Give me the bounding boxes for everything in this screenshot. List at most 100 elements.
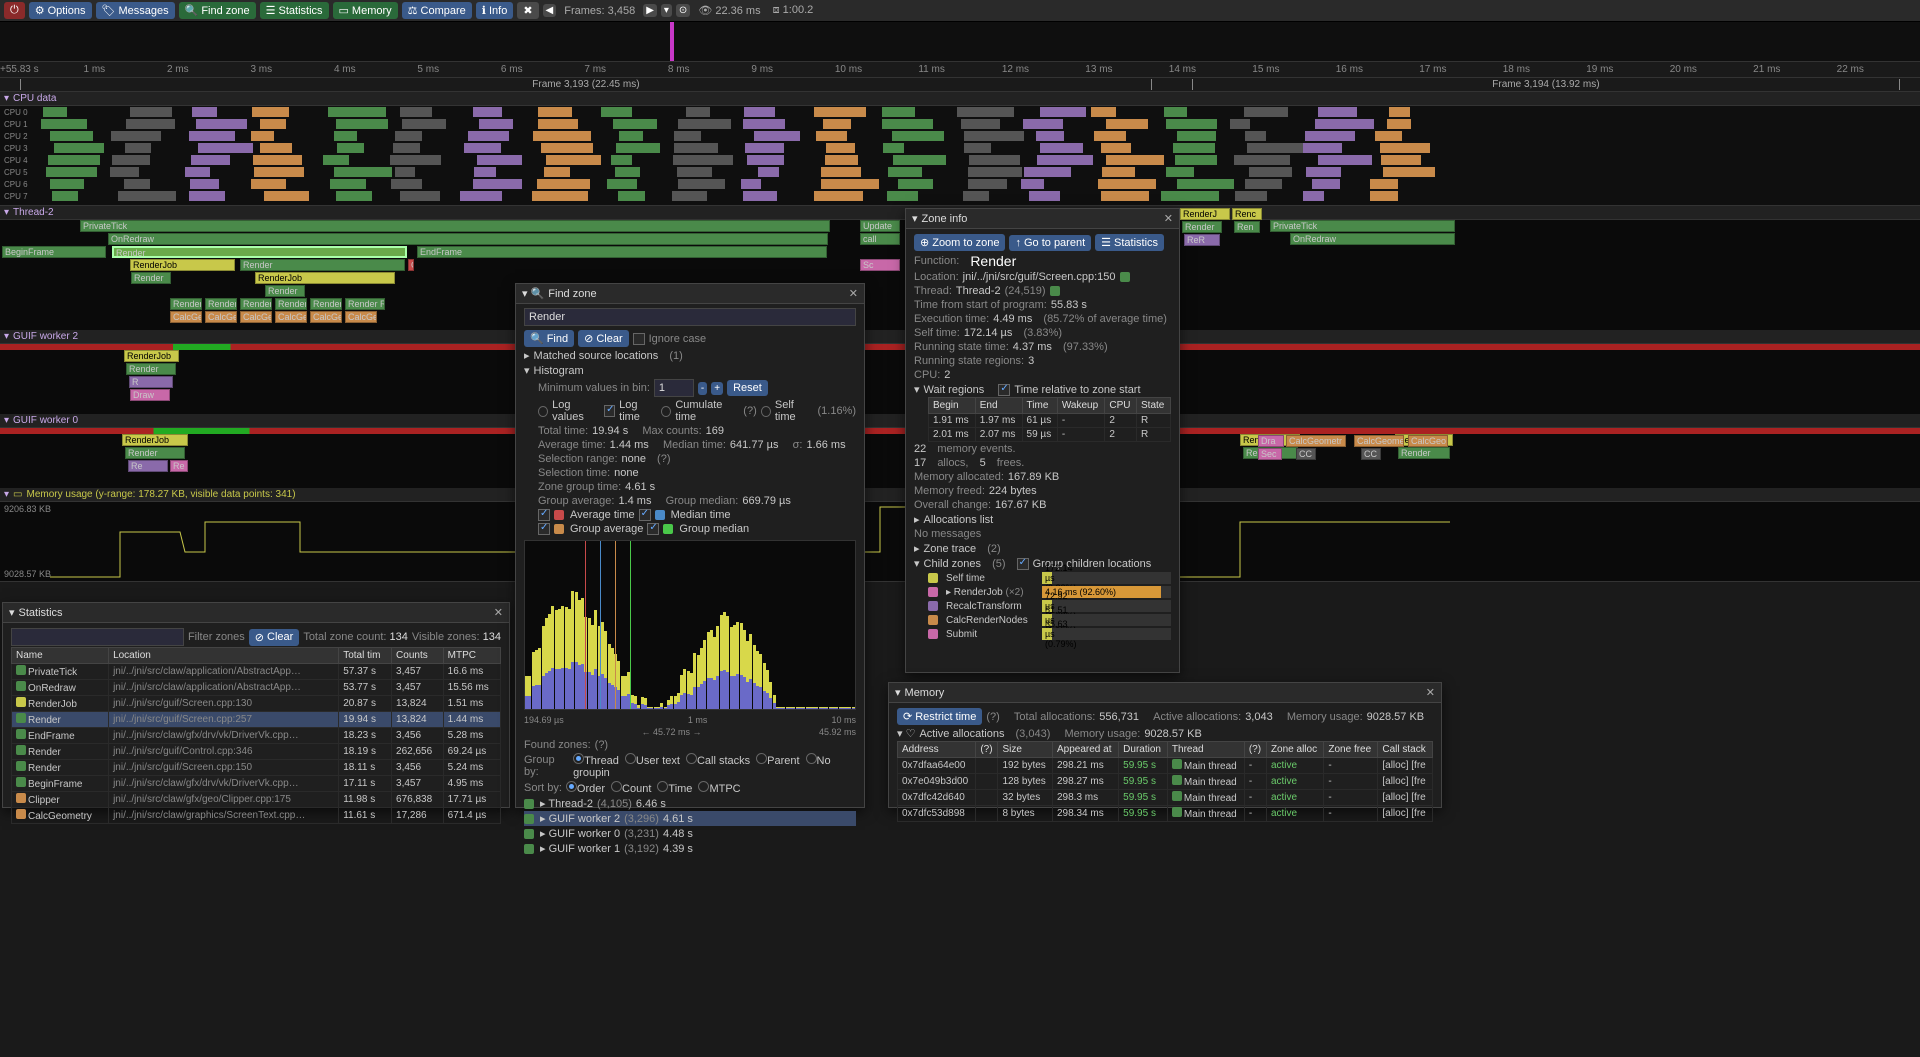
find-button[interactable]: 🔍 Find [524,330,574,347]
histogram-label[interactable]: Histogram [534,365,584,377]
zone[interactable]: Renc [1232,208,1262,220]
cpu-timeline[interactable]: CPU 0CPU 1CPU 2CPU 3CPU 4CPU 5CPU 6CPU 7 [0,106,1920,206]
thread2-timeline-right[interactable]: RenderJRenc Render Ren ReR [1180,208,1460,388]
zone[interactable]: Render [265,285,305,297]
restrict-button[interactable]: ⟳ Restrict time [897,708,982,725]
thread-row[interactable]: ▸ Thread-2 (4,105) 6.46 s [524,796,856,811]
zone[interactable]: Render [170,298,202,310]
zone[interactable]: call [860,233,900,245]
zone[interactable]: Sec [1258,448,1282,460]
table-row[interactable]: Renderjni/../jni/src/guif/Screen.cpp:257… [12,712,501,728]
zone[interactable]: Render [205,298,237,310]
zone[interactable]: CalcGeometr [1286,435,1346,447]
table-row[interactable]: 0x7dfaa64e00192 bytes298.21 ms59.95 sMai… [898,758,1433,774]
zone[interactable]: CalcGeo [275,311,307,323]
zone-render-selected[interactable]: Render [112,246,407,258]
cpu-section-header[interactable]: ▾CPU data [0,92,1920,106]
frame-ruler[interactable] [0,22,1920,62]
zone[interactable]: Draw [130,389,170,401]
zone[interactable]: Render [126,363,176,375]
zone[interactable]: Render [1182,221,1222,233]
frame-menu-button[interactable]: ▾ [661,4,672,17]
alloclist[interactable]: Allocations list [924,514,994,526]
inc-button[interactable]: + [711,382,723,395]
table-row[interactable]: RenderJobjni/../jni/src/guif/Screen.cpp:… [12,696,501,712]
zone-renderjob[interactable]: RenderJob [130,259,235,271]
zone[interactable]: CalcGeo [1408,435,1448,447]
med-checkbox[interactable] [639,509,651,521]
matched-label[interactable]: Matched source locations [534,350,659,362]
child-row[interactable]: Submit35.63 µs (0.79%) [928,627,1171,641]
clear-button[interactable]: ⊘ Clear [578,330,629,347]
zone[interactable]: Render [275,298,307,310]
reset-button[interactable]: Reset [727,380,768,396]
zone[interactable]: Render R [345,298,385,310]
zone[interactable]: Re [128,460,168,472]
close-icon[interactable]: ✕ [849,287,858,300]
zone[interactable]: Update [860,220,900,232]
zone[interactable]: Dra [1258,435,1284,447]
table-row[interactable]: Renderjni/../jni/src/guif/Control.cpp:34… [12,744,501,760]
minbin-input[interactable] [654,379,694,397]
zone[interactable]: CC [1361,448,1381,460]
zone[interactable]: CalcGeomet [1354,435,1404,447]
sb-radio[interactable] [698,781,709,792]
zone[interactable]: CalcGeo [345,311,377,323]
zone-privatetick[interactable]: PrivateTick [80,220,830,232]
frame-next-button[interactable]: ▶ [643,4,657,17]
selftime-radio[interactable] [761,406,771,417]
zone[interactable]: CalcGeo [205,311,237,323]
zone[interactable]: RenderJob [122,434,188,446]
histogram-chart[interactable] [524,540,856,710]
parent-button[interactable]: ↑ Go to parent [1009,235,1091,251]
thread-row[interactable]: ▸ GUIF worker 2 (3,296) 4.61 s [524,811,856,826]
active-allocs[interactable]: Active allocations [919,728,1004,740]
zone[interactable]: Render [125,447,185,459]
table-row[interactable]: EndFramejni/../jni/src/claw/gfx/drv/vk/D… [12,728,501,744]
table-row[interactable]: PrivateTickjni/../jni/src/claw/applicati… [12,664,501,680]
zone[interactable]: Sc [860,259,900,271]
zone-endframe[interactable]: EndFrame [417,246,827,258]
thread-row[interactable]: ▸ GUIF worker 0 (3,231) 4.48 s [524,826,856,841]
zone[interactable]: C [408,259,414,271]
gb-radio[interactable] [806,753,817,764]
playhead-marker[interactable] [670,22,674,61]
zone[interactable]: ReR [1184,234,1220,246]
zone[interactable]: Render [240,298,272,310]
zone[interactable]: CC [1296,448,1316,460]
table-row[interactable]: 1.91 ms1.97 ms61 µs-2R [929,414,1171,428]
zi-stats-button[interactable]: ☰ Statistics [1095,234,1164,251]
dec-button[interactable]: - [698,382,707,395]
power-button[interactable]: ⏻ [4,2,25,19]
statistics-button[interactable]: ☰ Statistics [260,2,329,19]
zone[interactable]: RenderJ [1180,208,1230,220]
frame-prev-button[interactable]: ◀ [543,4,557,17]
logtime-checkbox[interactable] [604,405,615,417]
childzones[interactable]: Child zones [924,558,981,570]
findzone-button[interactable]: 🔍 Find zone [179,2,256,19]
zone[interactable]: Render [240,259,405,271]
table-row[interactable]: 2.01 ms2.07 ms59 µs-2R [929,428,1171,442]
frame-fit-button[interactable]: ⊙ [676,4,690,17]
zoom-button[interactable]: ⊕ Zoom to zone [914,234,1005,251]
sb-radio[interactable] [611,781,622,792]
zone[interactable]: RenderJob [124,350,179,362]
table-row[interactable]: CalcGeometryjni/../jni/src/claw/graphics… [12,808,501,824]
zone[interactable]: R [129,376,173,388]
zone[interactable]: CalcGeome [170,311,202,323]
table-row[interactable]: 0x7dfc42d64032 bytes298.3 ms59.95 sMain … [898,790,1433,806]
avg-checkbox[interactable] [538,509,550,521]
gavg-checkbox[interactable] [538,523,550,535]
gb-radio[interactable] [686,753,697,764]
filter-input[interactable] [11,628,184,646]
gb-radio[interactable] [625,753,636,764]
zone[interactable]: Ren [1234,221,1260,233]
gb-radio[interactable] [756,753,767,764]
close-icon[interactable]: ✕ [494,606,503,619]
zone[interactable]: Re [170,460,188,472]
memory-button[interactable]: ▭ Memory [333,2,398,19]
options-button[interactable]: ⚙ Options [29,2,92,19]
zone-onredraw[interactable]: OnRedraw [108,233,828,245]
table-row[interactable]: OnRedrawjni/../jni/src/claw/application/… [12,680,501,696]
zone[interactable]: CalcGeome [240,311,272,323]
